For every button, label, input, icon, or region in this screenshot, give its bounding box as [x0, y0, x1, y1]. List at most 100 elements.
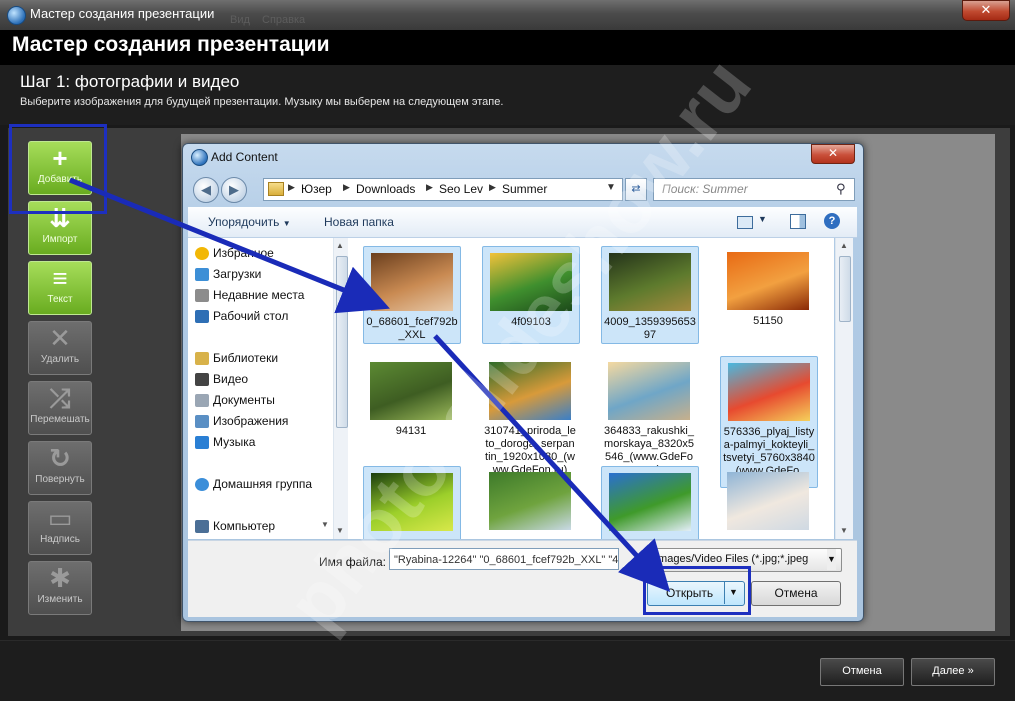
file-item[interactable]: 4f09103	[482, 246, 580, 344]
expand-chevron-icon[interactable]: ▼	[321, 520, 329, 529]
dialog-bottom-panel: Имя файла: "Ryabina-12264" "0_68601_fcef…	[188, 540, 857, 617]
close-icon: ✕	[980, 2, 992, 17]
close-icon: ✕	[827, 146, 839, 160]
file-thumbnail	[609, 253, 691, 311]
chevron-down-icon: ▼	[827, 549, 836, 570]
help-icon[interactable]: ?	[824, 213, 840, 229]
add-button-highlight	[9, 124, 107, 214]
shuffle-icon: ⤮	[49, 383, 71, 413]
desktop-icon	[195, 310, 209, 323]
nav-item-computer[interactable]: Компьютер	[213, 519, 275, 533]
new-folder-button[interactable]: Новая папка	[324, 215, 394, 229]
scroll-down-icon[interactable]: ▼	[840, 526, 848, 535]
refresh-button[interactable]: ⇄	[625, 178, 647, 201]
file-thumbnail	[727, 252, 809, 310]
file-thumbnail	[489, 472, 571, 530]
toolbar-rotate-button[interactable]: ↻ Повернуть	[28, 441, 92, 495]
back-button[interactable]: ◀	[193, 177, 219, 203]
arrow-left-icon: ◀	[201, 182, 211, 197]
file-grid: 0_68601_fcef792b_XXL 4f09103 4009_13593956…	[348, 238, 834, 539]
toolbar-caption-button[interactable]: ▭ Надпись	[28, 501, 92, 555]
star-icon	[195, 247, 209, 260]
nav-item-star[interactable]: Избранное	[213, 246, 274, 260]
chevron-right-icon: ▶	[343, 182, 350, 192]
file-item[interactable]: 4009_135939565397	[601, 246, 699, 344]
address-bar[interactable]: ▶ Юзер ▶ Downloads ▶ Seo Lev ▶ Summer ▼	[263, 178, 623, 201]
file-item[interactable]: 0_68601_fcef792b_XXL	[363, 246, 461, 344]
nav-item-music[interactable]: Музыка	[213, 435, 255, 449]
scroll-up-icon[interactable]: ▲	[840, 241, 848, 250]
toolbar-text-button[interactable]: ≡ Текст	[28, 261, 92, 315]
preview-pane-icon[interactable]	[790, 214, 806, 229]
window-title: Мастер создания презентации	[30, 6, 215, 21]
filename-input[interactable]: "Ryabina-12264" "0_68601_fcef792b_XXL" "…	[389, 548, 619, 570]
command-bar: Упорядочить ▼ Новая папка ▼ ?	[188, 207, 857, 238]
files-scrollbar[interactable]: ▲ ▼	[835, 238, 853, 539]
file-item[interactable]: 51150	[720, 246, 816, 342]
file-thumbnail	[728, 363, 810, 421]
refresh-icon: ⇄	[631, 183, 641, 195]
file-item[interactable]	[720, 466, 816, 539]
breadcrumb-seo-lev[interactable]: Seo Lev	[439, 182, 483, 196]
step-subtitle: Выберите изображения для будущей презент…	[20, 96, 504, 108]
delete-icon: ✕	[49, 323, 71, 353]
footer: Отмена Далее »	[0, 640, 1015, 701]
music-icon	[195, 436, 209, 449]
chevron-down-icon: ▼	[282, 219, 291, 228]
arrow-right-icon: ▶	[229, 182, 239, 197]
file-name: 0_68601_fcef792b_XXL	[366, 316, 458, 341]
dialog-close-button[interactable]: ✕	[811, 144, 855, 164]
nav-item-pictures[interactable]: Изображения	[213, 414, 288, 428]
toolbar-label: Изменить	[37, 594, 83, 605]
window-close-button[interactable]: ✕	[962, 0, 1010, 21]
scroll-down-icon[interactable]: ▼	[336, 526, 344, 535]
open-button-highlight	[643, 566, 751, 615]
recent-places-icon	[195, 289, 209, 302]
breadcrumb-user[interactable]: Юзер	[301, 182, 332, 196]
forward-button[interactable]: ▶	[221, 177, 247, 203]
organize-button[interactable]: Упорядочить ▼	[208, 215, 291, 229]
caption-icon: ▭	[47, 503, 73, 533]
nav-scrollbar-thumb[interactable]	[336, 256, 348, 428]
file-thumbnail	[371, 473, 453, 531]
file-name: 51150	[753, 315, 783, 327]
view-options-icon[interactable]	[737, 216, 753, 229]
nav-item-homegroup[interactable]: Домашняя группа	[213, 477, 312, 491]
nav-item-downloads-folder[interactable]: Загрузки	[213, 267, 261, 281]
nav-item-video[interactable]: Видео	[213, 372, 248, 386]
dialog-cancel-button[interactable]: Отмена	[751, 581, 841, 606]
menu-help[interactable]: Справка	[262, 14, 305, 26]
file-item[interactable]	[363, 466, 461, 539]
file-item[interactable]	[601, 466, 699, 539]
file-thumbnail	[371, 253, 453, 311]
rotate-icon: ↻	[49, 443, 71, 473]
file-name: 4009_135939565397	[604, 316, 696, 341]
scroll-up-icon[interactable]: ▲	[336, 241, 344, 250]
files-scrollbar-thumb[interactable]	[839, 256, 851, 322]
breadcrumb-downloads[interactable]: Downloads	[356, 182, 415, 196]
nav-scrollbar[interactable]: ▲ ▼	[333, 238, 348, 539]
toolbar-settings-button[interactable]: ✱ Изменить	[28, 561, 92, 615]
file-thumbnail	[609, 473, 691, 531]
file-thumbnail	[489, 362, 571, 420]
footer-cancel-button[interactable]: Отмена	[820, 658, 904, 686]
search-box[interactable]: Поиск: Summer ⚲	[653, 178, 855, 201]
nav-item-libraries[interactable]: Библиотеки	[213, 351, 278, 365]
dialog-app-icon	[191, 149, 208, 166]
address-dropdown-icon[interactable]: ▼	[606, 182, 616, 193]
filename-label: Имя файла:	[319, 555, 386, 569]
view-dropdown-icon[interactable]: ▼	[758, 214, 767, 224]
toolbar-label: Перемешать	[30, 414, 90, 425]
nav-item-documents[interactable]: Документы	[213, 393, 275, 407]
nav-item-recent-places[interactable]: Недавние места	[213, 288, 304, 302]
file-item[interactable]	[482, 466, 578, 539]
add-content-dialog: Add Content ✕ ◀ ▶ ▶ Юзер ▶ Downloads ▶ S…	[182, 143, 864, 622]
toolbar-delete-button[interactable]: ✕ Удалить	[28, 321, 92, 375]
toolbar-shuffle-button[interactable]: ⤮ Перемешать	[28, 381, 92, 435]
menu-view[interactable]: Вид	[230, 14, 250, 26]
nav-item-desktop[interactable]: Рабочий стол	[213, 309, 288, 323]
breadcrumb-summer[interactable]: Summer	[502, 182, 547, 196]
app-icon	[7, 6, 26, 25]
next-button[interactable]: Далее »	[911, 658, 995, 686]
step-area: Шаг 1: фотографии и видео Выберите изобр…	[0, 65, 1015, 125]
